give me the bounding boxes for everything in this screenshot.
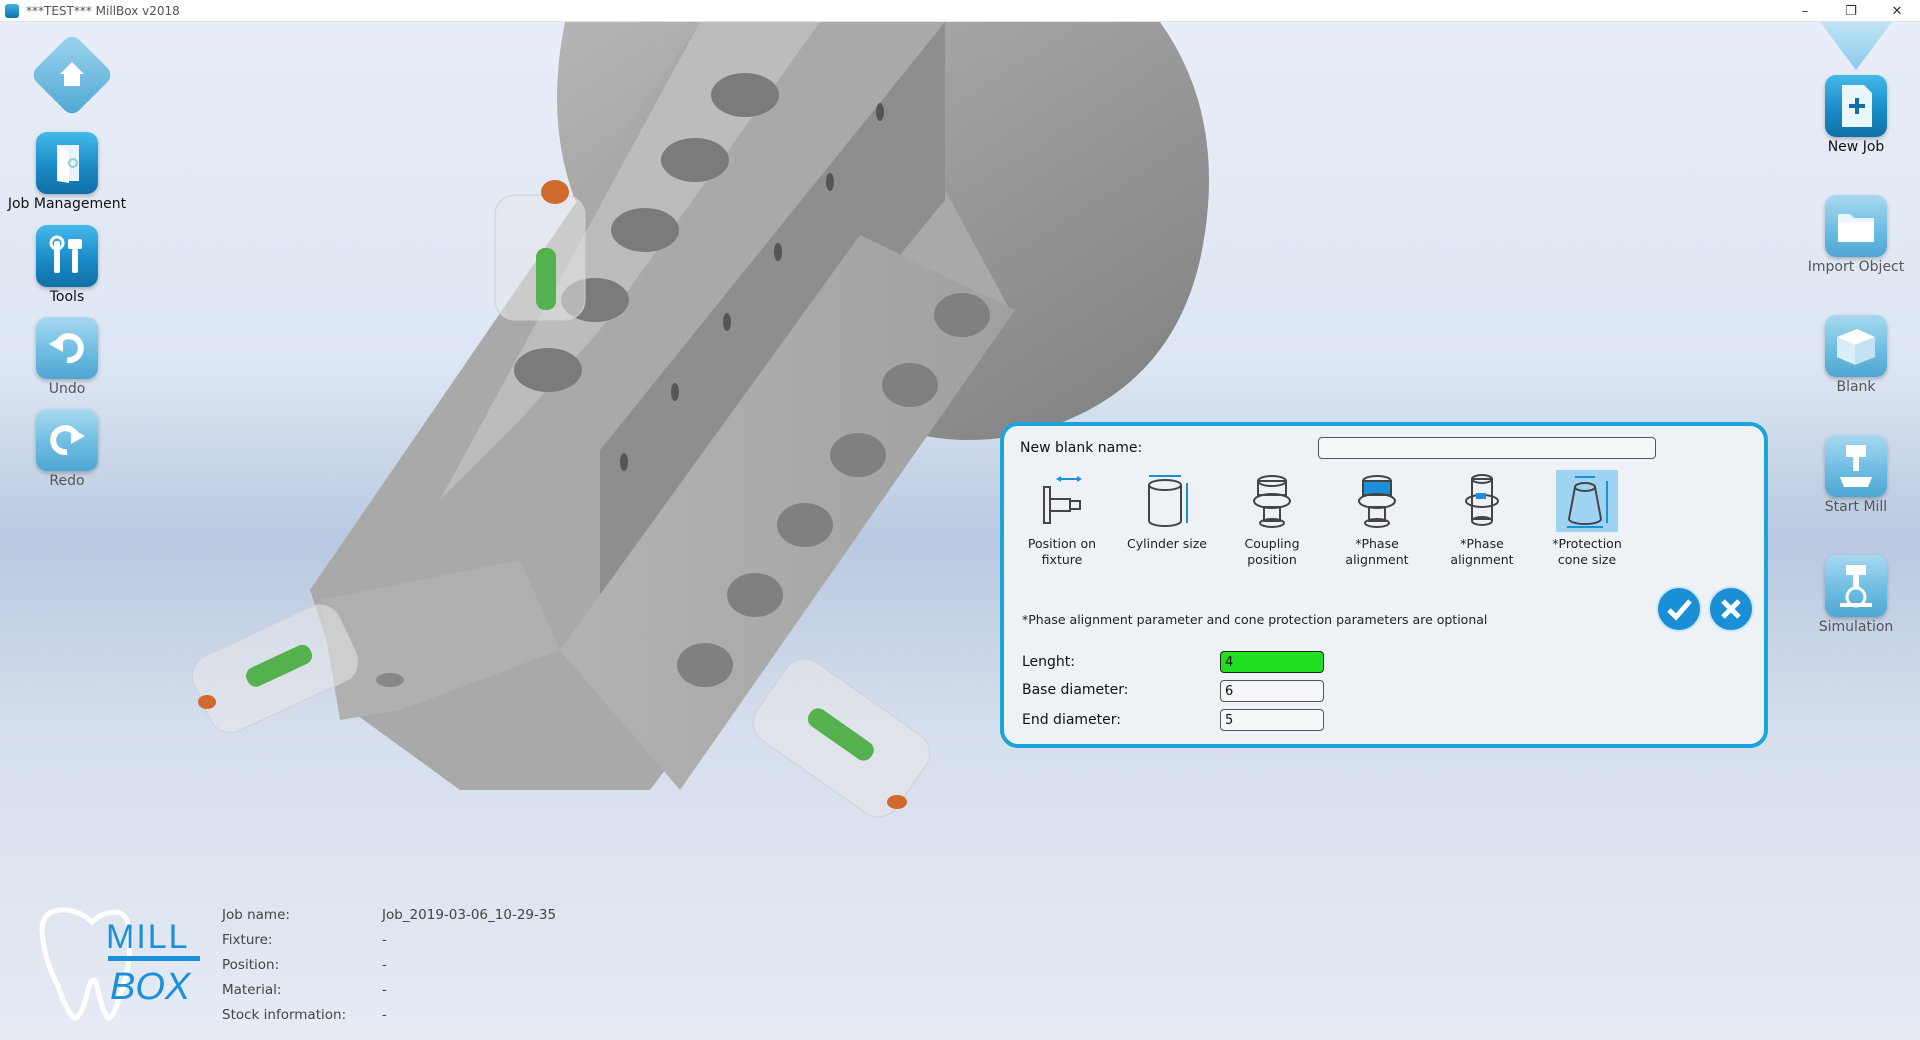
- cancel-button[interactable]: [1708, 586, 1754, 632]
- stock-information-value: -: [382, 1007, 387, 1023]
- window-title: ***TEST*** MillBox v2018: [26, 3, 180, 18]
- position-value: -: [382, 957, 387, 973]
- job-management-button[interactable]: Job Management: [2, 132, 132, 212]
- option-5-line1: *Phase: [1460, 536, 1504, 551]
- app-icon: [5, 3, 19, 18]
- option-6-line1: *Protection: [1552, 536, 1622, 551]
- cylinder-size-icon: [1136, 470, 1198, 532]
- millbox-logo: MILL BOX: [22, 900, 202, 1025]
- blank-label: Blank: [1836, 379, 1876, 395]
- blank-cube-icon: [1825, 315, 1887, 377]
- new-job-label: New Job: [1827, 139, 1885, 155]
- undo-button[interactable]: Undo: [2, 317, 132, 397]
- length-input[interactable]: [1220, 651, 1324, 673]
- title-bar: ***TEST*** MillBox v2018 – ❐ ✕: [0, 0, 1920, 22]
- phase-alignment-icon: [1346, 470, 1408, 532]
- simulation-button[interactable]: Simulation: [1791, 555, 1920, 635]
- import-object-label: Import Object: [1807, 259, 1905, 275]
- new-job-button[interactable]: New Job: [1791, 75, 1920, 155]
- home-icon: [27, 30, 117, 120]
- option-position-on-fixture[interactable]: Position on fixture: [1010, 470, 1114, 568]
- tools-icon: [36, 225, 98, 287]
- redo-icon: [36, 409, 98, 471]
- folder-icon: [1825, 195, 1887, 257]
- start-mill-label: Start Mill: [1824, 499, 1888, 515]
- fixture-value: -: [382, 932, 387, 948]
- end-diameter-input[interactable]: [1220, 709, 1324, 731]
- material-value: -: [382, 982, 387, 998]
- fixture-label: Fixture:: [222, 932, 273, 948]
- option-cylinder-size[interactable]: Cylinder size: [1115, 470, 1219, 552]
- length-label: Lenght:: [1022, 654, 1076, 670]
- position-label: Position:: [222, 957, 280, 973]
- blank-button[interactable]: Blank: [1791, 315, 1920, 395]
- position-on-fixture-icon: [1031, 470, 1093, 532]
- minimize-button[interactable]: –: [1782, 0, 1828, 22]
- redo-label: Redo: [49, 473, 85, 489]
- undo-icon: [36, 317, 98, 379]
- undo-label: Undo: [48, 381, 86, 397]
- redo-button[interactable]: Redo: [2, 409, 132, 489]
- option-phase-alignment-1[interactable]: *Phase alignment: [1325, 470, 1429, 568]
- option-3-line1: Coupling: [1244, 536, 1300, 551]
- option-4-line2: alignment: [1345, 552, 1409, 567]
- option-1-line1: Position on: [1027, 536, 1097, 551]
- protection-cone-icon: [1556, 470, 1618, 532]
- simulation-label: Simulation: [1818, 619, 1894, 635]
- import-object-button[interactable]: Import Object: [1791, 195, 1920, 275]
- material-label: Material:: [222, 982, 282, 998]
- new-file-icon: [1825, 75, 1887, 137]
- close-window-button[interactable]: ✕: [1874, 0, 1920, 22]
- tools-label: Tools: [49, 289, 85, 305]
- option-2-line1: Cylinder size: [1127, 536, 1207, 551]
- close-icon: [1721, 599, 1741, 619]
- tools-button[interactable]: Tools: [2, 225, 132, 305]
- start-mill-button[interactable]: Start Mill: [1791, 435, 1920, 515]
- logo-text-mill: MILL: [106, 918, 190, 956]
- new-blank-name-label: New blank name:: [1020, 440, 1143, 456]
- option-3-line2: position: [1247, 552, 1297, 567]
- logo-rule: [108, 956, 200, 961]
- option-coupling-position[interactable]: Coupling position: [1220, 470, 1324, 568]
- logo-text-box: BOX: [110, 966, 191, 1008]
- option-5-line2: alignment: [1450, 552, 1514, 567]
- base-diameter-input[interactable]: [1220, 680, 1324, 702]
- phase-alignment-flag-icon: [1451, 470, 1513, 532]
- home-button[interactable]: [7, 30, 137, 120]
- confirm-button[interactable]: [1656, 586, 1702, 632]
- blank-parameters-dialog: New blank name: Position on fixture Cylin…: [1000, 422, 1768, 748]
- checkmark-icon: [1667, 599, 1692, 621]
- coupling-position-icon: [1241, 470, 1303, 532]
- optional-parameters-note: *Phase alignment parameter and cone prot…: [1022, 612, 1488, 627]
- stock-information-label: Stock information:: [222, 1007, 347, 1023]
- option-1-line2: fixture: [1041, 552, 1083, 567]
- restore-button[interactable]: ❐: [1828, 0, 1874, 22]
- job-management-label: Job Management: [7, 196, 127, 212]
- job-name-label: Job name:: [222, 907, 290, 923]
- new-blank-name-input[interactable]: [1318, 437, 1656, 459]
- option-6-line2: cone size: [1557, 552, 1617, 567]
- base-diameter-label: Base diameter:: [1022, 682, 1129, 698]
- end-diameter-label: End diameter:: [1022, 712, 1121, 728]
- option-protection-cone-size[interactable]: *Protection cone size: [1535, 470, 1639, 568]
- option-phase-alignment-2[interactable]: *Phase alignment: [1430, 470, 1534, 568]
- option-4-line1: *Phase: [1355, 536, 1399, 551]
- job-name-value: Job_2019-03-06_10-29-35: [382, 907, 557, 923]
- mill-icon: [1825, 435, 1887, 497]
- door-icon: [36, 132, 98, 194]
- simulation-icon: [1825, 555, 1887, 617]
